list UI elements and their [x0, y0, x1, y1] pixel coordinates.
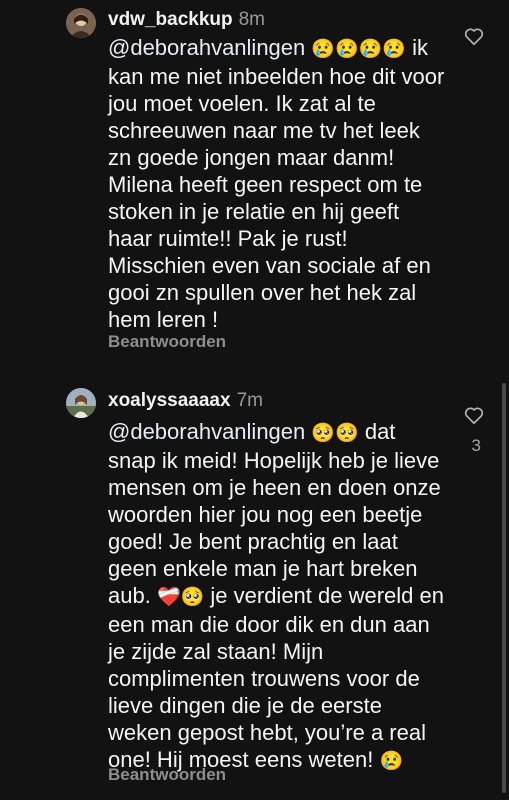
mention-link[interactable]: @deborahvanlingen	[108, 35, 305, 60]
pleading-emoji: 🥺🥺	[311, 423, 359, 444]
heart-outline-icon[interactable]	[463, 25, 485, 47]
username[interactable]: vdw_backkup	[108, 9, 233, 30]
comment-text: @deborahvanlingen 🥺🥺 dat snap ik meid! H…	[108, 418, 448, 775]
timestamp: 7m	[236, 390, 263, 411]
comment-body-part-2: je verdient de wereld en een man die doo…	[108, 583, 444, 772]
comment-body-part-1: dat snap ik meid! Hopelijk heb je lieve …	[108, 419, 441, 608]
heart-outline-icon[interactable]	[463, 404, 485, 426]
avatar-image	[66, 388, 96, 418]
comment-body: ik kan me niet inbeelden hoe dit voor jo…	[108, 35, 445, 332]
crying-emoji: 😢	[379, 751, 404, 772]
reply-button[interactable]: Beantwoorden	[108, 332, 226, 352]
comment-text: @deborahvanlingen 😢😢😢😢 ik kan me niet in…	[108, 34, 448, 333]
reply-button[interactable]: Beantwoorden	[108, 765, 226, 785]
comment-header: xoalyssaaaax 7m	[108, 390, 263, 412]
timestamp: 8m	[238, 9, 266, 30]
avatar-image	[66, 8, 96, 38]
crying-emoji: 😢😢😢😢	[311, 39, 407, 60]
comment-header: vdw_backkup 8m	[108, 9, 265, 31]
heart-bandage-emoji: ❤️‍🩹🥺	[156, 587, 205, 608]
scrollbar[interactable]	[502, 383, 506, 793]
avatar[interactable]	[66, 388, 96, 418]
like-count: 3	[471, 436, 481, 455]
avatar[interactable]	[66, 8, 96, 38]
username[interactable]: xoalyssaaaax	[108, 390, 231, 411]
mention-link[interactable]: @deborahvanlingen	[108, 419, 305, 444]
